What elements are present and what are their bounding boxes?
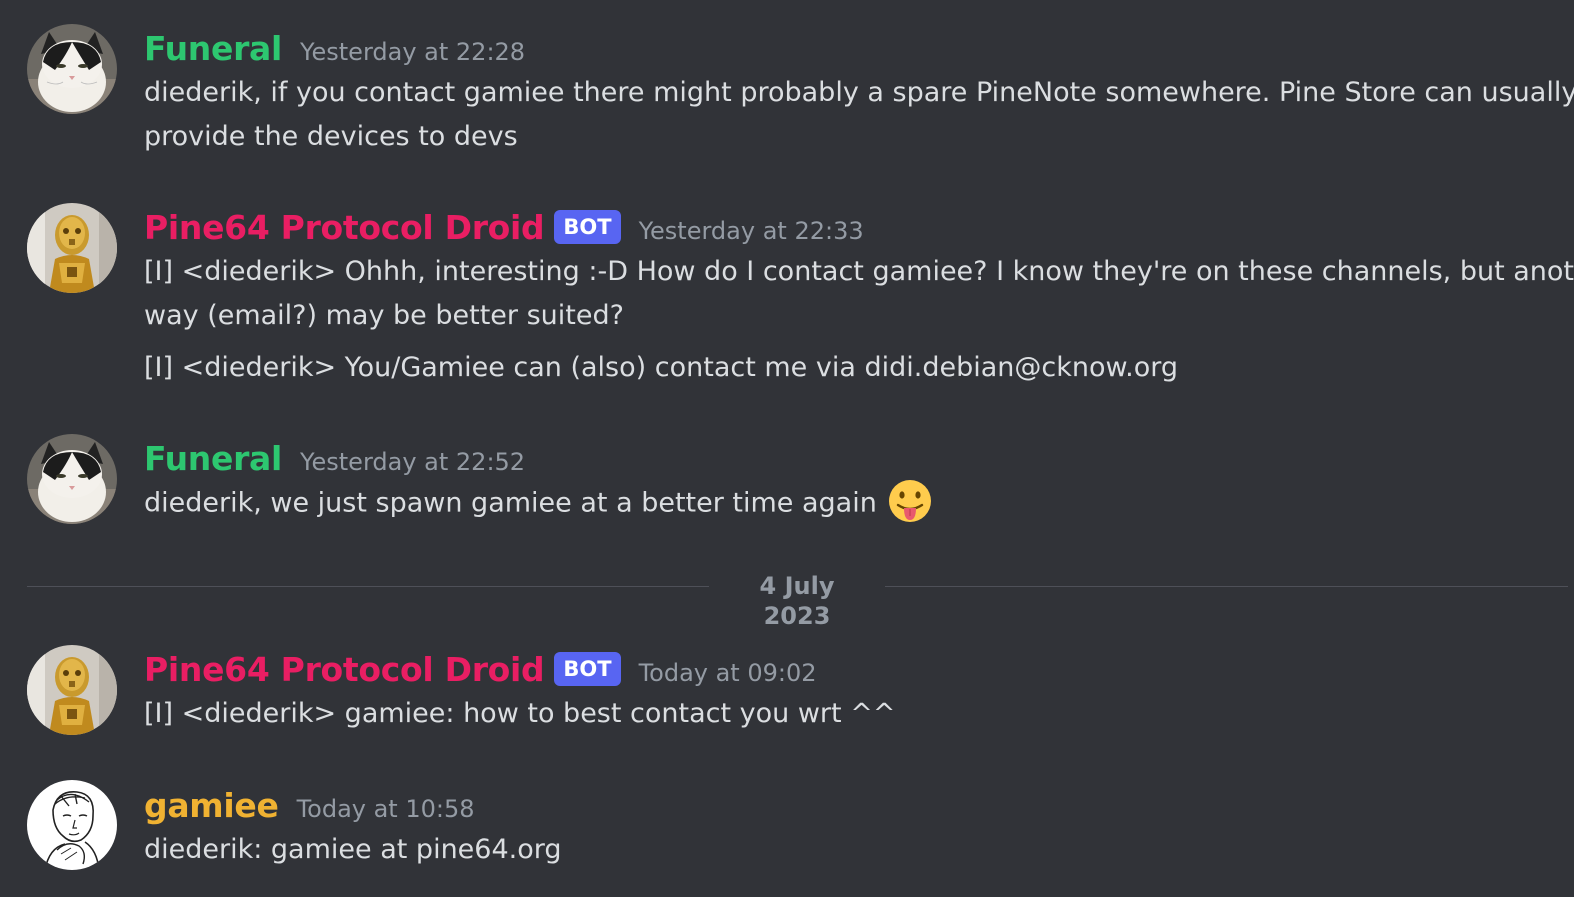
message-text: [I] <diederik> You/Gamiee can (also) con… (144, 352, 1178, 383)
date-divider: 4 July 2023 (27, 572, 1568, 630)
author-name[interactable]: Pine64 Protocol Droid (144, 650, 545, 690)
message-timestamp: Yesterday at 22:28 (300, 38, 526, 66)
message-text: [I] <diederik> gamiee: how to best conta… (144, 698, 896, 729)
author-name[interactable]: Funeral (144, 29, 282, 69)
message-text: [I] <diederik> Ohhh, interesting :-D How… (144, 256, 1574, 287)
message-text: way (email?) may be better suited? (144, 300, 624, 331)
message-text: diederik, if you contact gamiee there mi… (144, 77, 1574, 108)
message-timestamp: Yesterday at 22:52 (300, 448, 526, 476)
message-timestamp: Yesterday at 22:33 (638, 217, 864, 245)
author-name[interactable]: gamiee (144, 786, 279, 826)
message-timestamp: Today at 10:58 (296, 795, 475, 823)
bot-badge: BOT (554, 210, 621, 244)
message-list: Funeral Yesterday at 22:28 diederik, if … (0, 0, 1574, 897)
message-text: diederik: gamiee at pine64.org (144, 834, 562, 865)
message-text-content: diederik, we just spawn gamiee at a bett… (144, 487, 877, 519)
droid-avatar[interactable] (27, 203, 117, 293)
stuck-out-tongue-emoji[interactable] (887, 478, 933, 524)
author-name[interactable]: Pine64 Protocol Droid (144, 208, 545, 248)
message-timestamp: Today at 09:02 (638, 659, 817, 687)
bot-badge: BOT (554, 652, 621, 686)
droid-avatar[interactable] (27, 645, 117, 735)
cat-avatar[interactable] (27, 434, 117, 524)
author-name[interactable]: Funeral (144, 439, 282, 479)
sketch-avatar[interactable] (27, 780, 117, 870)
cat-avatar[interactable] (27, 24, 117, 114)
divider-line (885, 586, 1568, 587)
divider-line (27, 586, 709, 587)
message-text: diederik, we just spawn gamiee at a bett… (144, 478, 1566, 527)
message-text: provide the devices to devs (144, 121, 518, 152)
divider-date: 4 July 2023 (759, 572, 835, 630)
